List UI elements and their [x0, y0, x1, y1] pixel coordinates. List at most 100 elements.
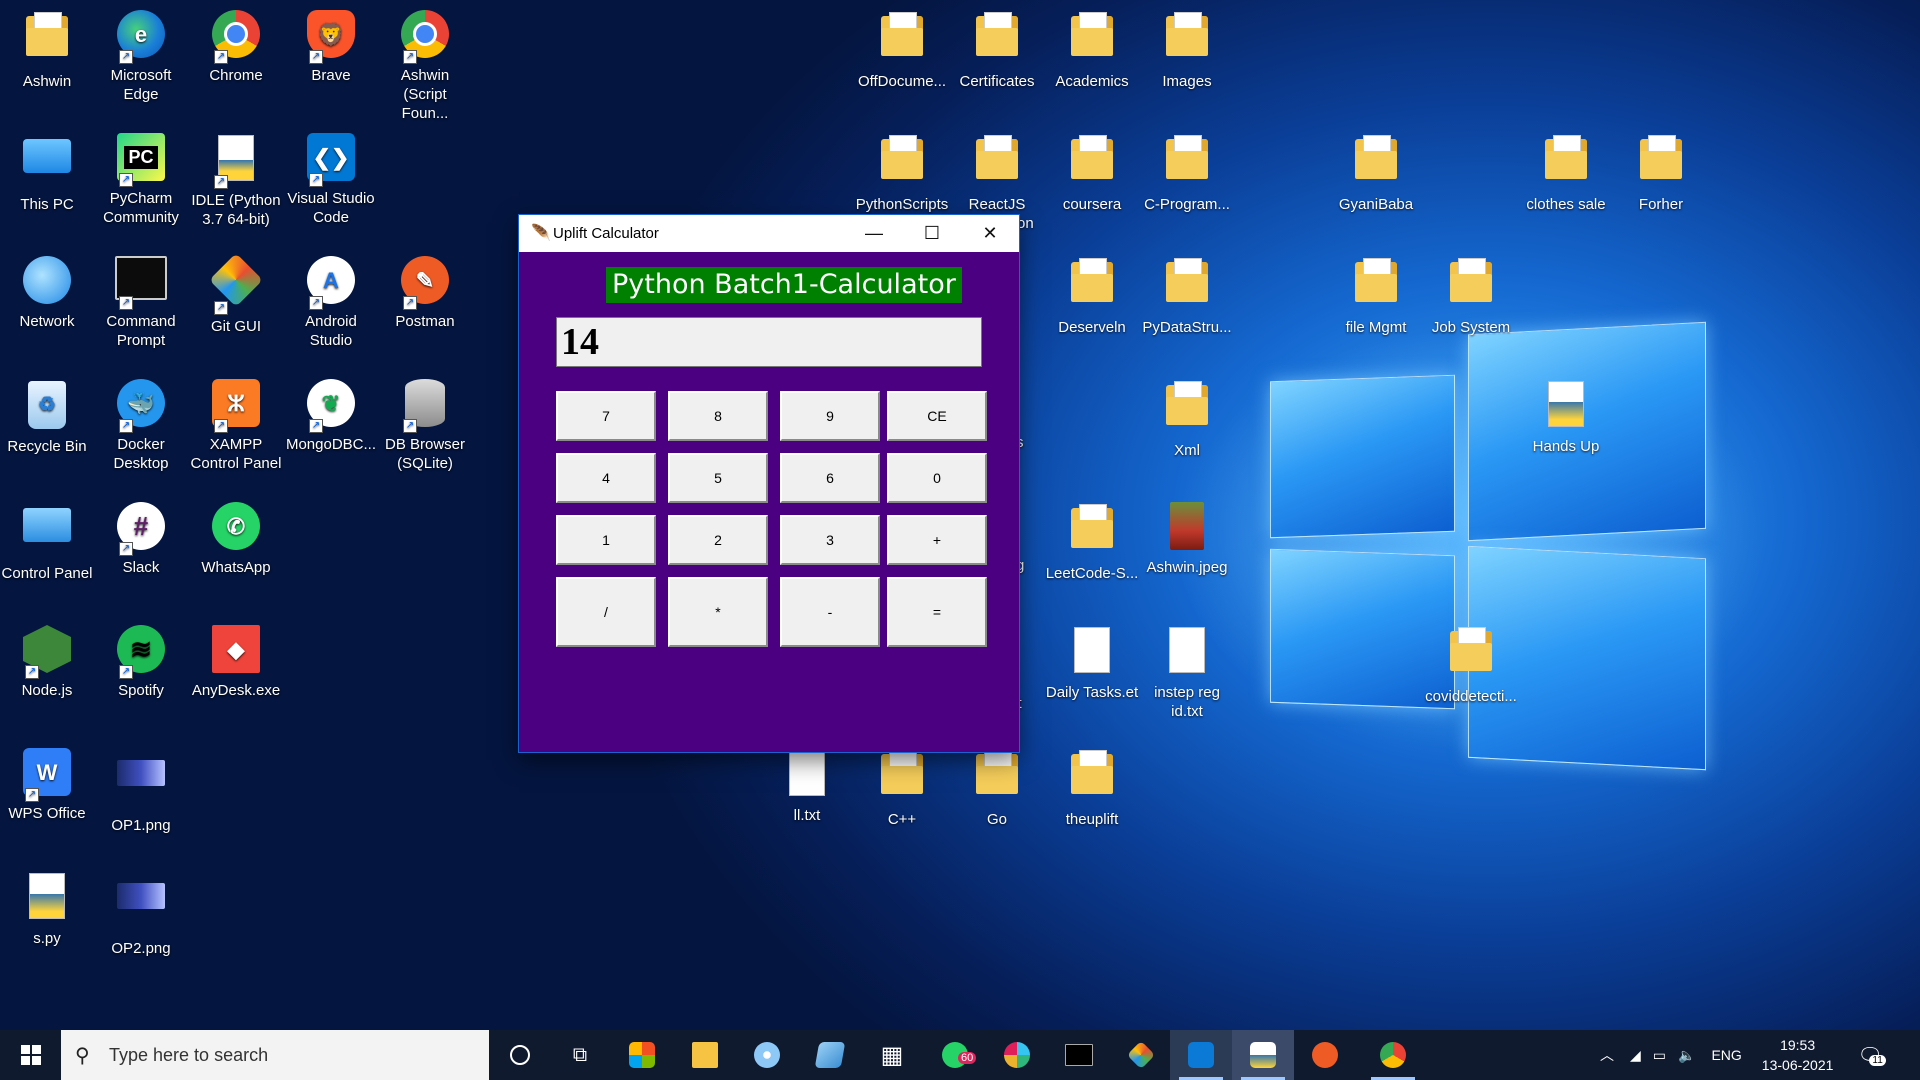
desktop-icon-ashwin[interactable]: Ashwin [0, 8, 94, 91]
desktop-icon-theuplift[interactable]: theuplift [1045, 746, 1139, 829]
button-clear-entry[interactable]: CE [887, 391, 987, 441]
desktop-icon-job-system[interactable]: Job System [1424, 254, 1518, 337]
taskbar-python-app[interactable] [1232, 1030, 1294, 1080]
desktop-icon-pythonscripts[interactable]: PythonScripts [855, 131, 949, 214]
task-view-button[interactable]: ⧉ [555, 1030, 605, 1080]
taskbar-search-box[interactable]: ⚲ Type here to search [61, 1030, 489, 1080]
desktop-icon-op2[interactable]: OP2.png [94, 869, 188, 958]
button-9[interactable]: 9 [780, 391, 880, 441]
button-7[interactable]: 7 [556, 391, 656, 441]
volume-icon[interactable]: 🔈 [1678, 1047, 1695, 1064]
desktop-icon-daily-tasks[interactable]: Daily Tasks.et [1045, 623, 1139, 702]
desktop-icon-wps-office[interactable]: W ↗ WPS Office [0, 746, 94, 823]
desktop-icon-xml[interactable]: Xml [1140, 377, 1234, 460]
button-4[interactable]: 4 [556, 453, 656, 503]
desktop-icon-slack[interactable]: # ↗ Slack [94, 500, 188, 577]
desktop-icon-android-studio[interactable]: A ↗ Android Studio [284, 254, 378, 350]
button-5[interactable]: 5 [668, 453, 768, 503]
desktop-icon-docker[interactable]: 🐳 ↗ Docker Desktop [94, 377, 188, 473]
button-6[interactable]: 6 [780, 453, 880, 503]
close-button[interactable]: ✕ [961, 215, 1019, 252]
desktop-icon-clothes-sale[interactable]: clothes sale [1519, 131, 1613, 214]
desktop-icon-instep-reg[interactable]: instep reg id.txt [1140, 623, 1234, 721]
desktop-icon-idle[interactable]: ↗ IDLE (Python 3.7 64-bit) [189, 131, 283, 229]
button-2[interactable]: 2 [668, 515, 768, 565]
chevron-up-icon[interactable]: ︿ [1600, 1045, 1614, 1065]
desktop-icon-ll-txt[interactable]: ll.txt [760, 746, 854, 825]
start-button[interactable] [0, 1030, 61, 1080]
desktop-icon-brave[interactable]: 🦁 ↗ Brave [284, 8, 378, 85]
desktop-icon-forher[interactable]: Forher [1614, 131, 1708, 214]
button-1[interactable]: 1 [556, 515, 656, 565]
notifications-button[interactable]: 🗨 11 [1857, 1043, 1886, 1068]
desktop-icon-file-mgmt[interactable]: file Mgmt [1329, 254, 1423, 337]
battery-icon[interactable]: ▭ [1653, 1047, 1666, 1064]
desktop-icon-edge[interactable]: e ↗ Microsoft Edge [94, 8, 188, 104]
taskbar-notepad[interactable] [805, 1030, 855, 1080]
desktop-icon-nodejs[interactable]: ↗ Node.js [0, 623, 94, 700]
desktop-icon-db-browser[interactable]: ↗ DB Browser (SQLite) [378, 377, 472, 473]
desktop-icon-anydesk[interactable]: ◆ AnyDesk.exe [189, 623, 283, 700]
taskbar-file-explorer[interactable] [680, 1030, 730, 1080]
button-equals[interactable]: = [887, 577, 987, 647]
desktop-icon-cpp[interactable]: C++ [855, 746, 949, 829]
cortana-button[interactable] [495, 1030, 545, 1080]
desktop-icon-vscode[interactable]: ❮❯ ↗ Visual Studio Code [284, 131, 378, 227]
desktop-icon-chrome-profile[interactable]: ↗ Ashwin (Script Foun... [378, 8, 472, 123]
desktop-icon-this-pc[interactable]: This PC [0, 131, 94, 214]
window-titlebar[interactable]: 🪶 Uplift Calculator — ☐ ✕ [519, 215, 1019, 252]
clock[interactable]: 19:53 13-06-2021 [1762, 1035, 1834, 1075]
desktop-icon-certificates[interactable]: Certificates [950, 8, 1044, 91]
button-divide[interactable]: / [556, 577, 656, 647]
desktop-icon-academics[interactable]: Academics [1045, 8, 1139, 91]
desktop-icon-network[interactable]: Network [0, 254, 94, 331]
button-3[interactable]: 3 [780, 515, 880, 565]
button-0[interactable]: 0 [887, 453, 987, 503]
desktop-icon-coviddetection[interactable]: coviddetecti... [1424, 623, 1518, 706]
desktop-icon-partial[interactable]: g [1016, 500, 1036, 575]
taskbar-chrome[interactable] [1362, 1030, 1424, 1080]
wifi-icon[interactable]: ◢ [1630, 1047, 1641, 1064]
desktop-icon-s-py[interactable]: s.py [0, 869, 94, 948]
language-indicator[interactable]: ENG [1711, 1047, 1741, 1063]
desktop-icon-pycharm[interactable]: PC ↗ PyCharm Community [94, 131, 188, 227]
desktop-icon-offdocuments[interactable]: OffDocume... [855, 8, 949, 91]
desktop-icon-images[interactable]: Images [1140, 8, 1234, 91]
taskbar-command-prompt[interactable] [1054, 1030, 1104, 1080]
desktop-icon-postman[interactable]: ✎ ↗ Postman [378, 254, 472, 331]
desktop-icon-control-panel[interactable]: Control Panel [0, 500, 94, 583]
desktop-icon-partial[interactable]: s [1016, 377, 1036, 452]
desktop-icon-pydatastructures[interactable]: PyDataStru... [1140, 254, 1234, 337]
desktop-icon-cmd[interactable]: ↗ Command Prompt [94, 254, 188, 350]
desktop-icon-go[interactable]: Go [950, 746, 1044, 829]
desktop-icon-c-programs[interactable]: C-Program... [1140, 131, 1234, 214]
taskbar-microsoft-store[interactable] [617, 1030, 667, 1080]
desktop-icon-xampp[interactable]: ⵣ ↗ XAMPP Control Panel [189, 377, 283, 473]
button-add[interactable]: + [887, 515, 987, 565]
taskbar-slack[interactable] [992, 1030, 1042, 1080]
maximize-button[interactable]: ☐ [903, 215, 961, 252]
desktop-icon-whatsapp[interactable]: ✆ WhatsApp [189, 500, 283, 577]
taskbar-git-gui[interactable] [1116, 1030, 1166, 1080]
calculator-display[interactable]: 14 [556, 317, 982, 367]
taskbar-calculator[interactable]: ▦ [867, 1030, 917, 1080]
button-8[interactable]: 8 [668, 391, 768, 441]
desktop-icon-deserveln[interactable]: Deserveln [1045, 254, 1139, 337]
desktop-icon-chrome[interactable]: ↗ Chrome [189, 8, 283, 85]
desktop-icon-gyanibaba[interactable]: GyaniBaba [1329, 131, 1423, 214]
desktop-icon-spotify[interactable]: ≋ ↗ Spotify [94, 623, 188, 700]
desktop-icon-mongodb-compass[interactable]: ❦ ↗ MongoDBC... [284, 377, 378, 454]
minimize-button[interactable]: — [845, 215, 903, 252]
button-subtract[interactable]: - [780, 577, 880, 647]
desktop-icon-coursera[interactable]: coursera [1045, 131, 1139, 214]
desktop-icon-op1[interactable]: OP1.png [94, 746, 188, 835]
taskbar-whatsapp[interactable]: 60 [930, 1030, 980, 1080]
desktop-icon-leetcode[interactable]: LeetCode-S... [1045, 500, 1139, 583]
desktop-icon-git-gui[interactable]: ↗ Git GUI [189, 253, 283, 336]
desktop-icon-ashwin-jpeg[interactable]: Ashwin.jpeg [1140, 500, 1234, 577]
button-multiply[interactable]: * [668, 577, 768, 647]
taskbar-paint[interactable] [742, 1030, 792, 1080]
taskbar-vscode[interactable] [1170, 1030, 1232, 1080]
desktop-icon-recycle-bin[interactable]: ♻ Recycle Bin [0, 377, 94, 456]
taskbar-postman[interactable] [1300, 1030, 1350, 1080]
